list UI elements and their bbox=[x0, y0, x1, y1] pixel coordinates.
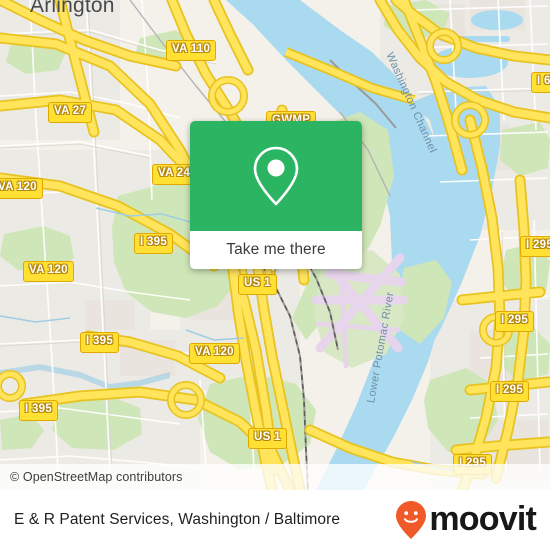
road-shield-va-120-south[interactable]: VA 120 bbox=[189, 343, 240, 364]
map-pin-icon bbox=[253, 146, 299, 206]
location-popup-card[interactable]: Take me there bbox=[190, 121, 362, 269]
attribution-text: © OpenStreetMap contributors bbox=[10, 470, 183, 484]
road-shield-us-1-north[interactable]: US 1 bbox=[238, 274, 277, 295]
road-shield-i-295-b[interactable]: I 295 bbox=[495, 311, 535, 332]
popup-pin-area bbox=[190, 121, 362, 231]
road-shield-i-295-c[interactable]: I 295 bbox=[490, 381, 530, 402]
road-shield-i-6[interactable]: I 6 bbox=[531, 72, 550, 93]
place-title: E & R Patent Services, Washington / Balt… bbox=[14, 511, 341, 528]
moovit-wordmark: moovit bbox=[429, 500, 536, 538]
map-attribution: © OpenStreetMap contributors bbox=[0, 464, 550, 490]
popup-action-bar[interactable]: Take me there bbox=[190, 231, 362, 269]
moovit-smiley-pin-icon bbox=[396, 501, 427, 539]
road-shield-i-395-mid[interactable]: I 395 bbox=[80, 332, 120, 353]
road-shield-i-395-south[interactable]: I 395 bbox=[19, 400, 59, 421]
road-shield-va-120-west[interactable]: VA 120 bbox=[0, 178, 43, 199]
road-shield-us-1-south[interactable]: US 1 bbox=[248, 428, 287, 449]
footer-bar: E & R Patent Services, Washington / Balt… bbox=[0, 490, 550, 550]
take-me-there-label: Take me there bbox=[226, 241, 326, 258]
moovit-logo[interactable]: moovit bbox=[395, 500, 537, 540]
road-shield-va-27[interactable]: VA 27 bbox=[48, 102, 93, 123]
road-shield-i-395-north[interactable]: I 395 bbox=[134, 233, 174, 254]
road-shield-va-110[interactable]: VA 110 bbox=[166, 40, 217, 61]
moovit-map-screenshot: Arlington Washington Channel Lower Potom… bbox=[0, 0, 550, 550]
place-label-arlington: Arlington bbox=[30, 0, 115, 17]
road-shield-i-295-a[interactable]: I 295 bbox=[520, 236, 550, 257]
road-shield-va-120-mid[interactable]: VA 120 bbox=[23, 261, 74, 282]
